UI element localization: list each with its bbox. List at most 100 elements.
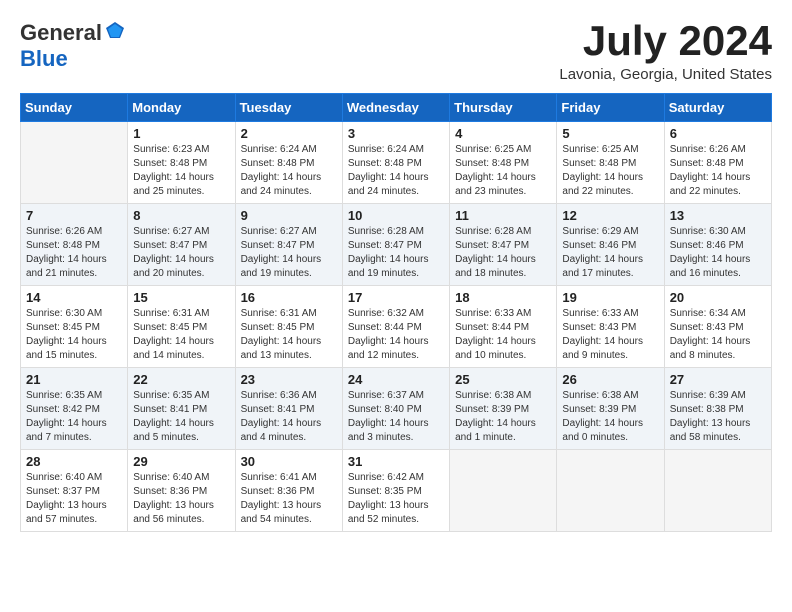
day-info: Sunrise: 6:28 AM Sunset: 8:47 PM Dayligh…: [348, 225, 444, 281]
day-number: 9: [241, 208, 337, 223]
day-number: 18: [455, 290, 551, 305]
calendar-cell: 27Sunrise: 6:39 AM Sunset: 8:38 PM Dayli…: [664, 368, 771, 450]
day-info: Sunrise: 6:42 AM Sunset: 8:35 PM Dayligh…: [348, 471, 444, 527]
calendar-table: SundayMondayTuesdayWednesdayThursdayFrid…: [20, 93, 772, 532]
logo-blue-text: Blue: [20, 46, 68, 71]
day-number: 14: [26, 290, 122, 305]
day-number: 7: [26, 208, 122, 223]
column-header-tuesday: Tuesday: [235, 94, 342, 122]
title-block: July 2024 Lavonia, Georgia, United State…: [559, 20, 772, 83]
day-info: Sunrise: 6:35 AM Sunset: 8:42 PM Dayligh…: [26, 389, 122, 445]
day-info: Sunrise: 6:31 AM Sunset: 8:45 PM Dayligh…: [241, 307, 337, 363]
calendar-cell: 22Sunrise: 6:35 AM Sunset: 8:41 PM Dayli…: [128, 368, 235, 450]
calendar-cell: 1 Sunrise: 6:23 AM Sunset: 8:48 PM Daylig…: [128, 122, 235, 204]
calendar-cell: 18 Sunrise: 6:33 AM Sunset: 8:44 PM Dayli…: [450, 286, 557, 368]
column-header-wednesday: Wednesday: [342, 94, 449, 122]
day-info: Sunrise: 6:39 AM Sunset: 8:38 PM Dayligh…: [670, 389, 766, 445]
day-info: Sunrise: 6:26 AM Sunset: 8:48 PM Dayligh…: [670, 143, 766, 199]
day-number: 24: [348, 372, 444, 387]
column-header-monday: Monday: [128, 94, 235, 122]
day-number: 30: [241, 454, 337, 469]
calendar-cell: 29 Sunrise: 6:40 AM Sunset: 8:36 PM Dayli…: [128, 450, 235, 532]
day-info: Sunrise: 6:30 AM Sunset: 8:46 PM Dayligh…: [670, 225, 766, 281]
day-info: Sunrise: 6:31 AM Sunset: 8:45 PM Dayligh…: [133, 307, 229, 363]
day-number: 12: [562, 208, 658, 223]
day-info: Sunrise: 6:30 AM Sunset: 8:45 PM Dayligh…: [26, 307, 122, 363]
calendar-cell: 8 Sunrise: 6:27 AM Sunset: 8:47 PM Daylig…: [128, 204, 235, 286]
column-header-sunday: Sunday: [21, 94, 128, 122]
day-info: Sunrise: 6:40 AM Sunset: 8:36 PM Dayligh…: [133, 471, 229, 527]
day-number: 23: [241, 372, 337, 387]
calendar-cell: 28 Sunrise: 6:40 AM Sunset: 8:37 PM Dayli…: [21, 450, 128, 532]
calendar-week-1: 1 Sunrise: 6:23 AM Sunset: 8:48 PM Daylig…: [21, 122, 772, 204]
day-info: Sunrise: 6:27 AM Sunset: 8:47 PM Dayligh…: [241, 225, 337, 281]
calendar-cell: 11 Sunrise: 6:28 AM Sunset: 8:47 PM Dayli…: [450, 204, 557, 286]
calendar-cell: [557, 450, 664, 532]
calendar-cell: 15 Sunrise: 6:31 AM Sunset: 8:45 PM Dayli…: [128, 286, 235, 368]
day-number: 3: [348, 126, 444, 141]
day-info: Sunrise: 6:32 AM Sunset: 8:44 PM Dayligh…: [348, 307, 444, 363]
location-label: Lavonia, Georgia, United States: [559, 66, 772, 83]
calendar-cell: 20 Sunrise: 6:34 AM Sunset: 8:43 PM Dayli…: [664, 286, 771, 368]
calendar-week-2: 7 Sunrise: 6:26 AM Sunset: 8:48 PM Daylig…: [21, 204, 772, 286]
calendar-cell: 4Sunrise: 6:25 AM Sunset: 8:48 PM Daylig…: [450, 122, 557, 204]
day-number: 2: [241, 126, 337, 141]
day-info: Sunrise: 6:27 AM Sunset: 8:47 PM Dayligh…: [133, 225, 229, 281]
calendar-cell: 14 Sunrise: 6:30 AM Sunset: 8:45 PM Dayli…: [21, 286, 128, 368]
day-info: Sunrise: 6:33 AM Sunset: 8:44 PM Dayligh…: [455, 307, 551, 363]
day-number: 8: [133, 208, 229, 223]
day-info: Sunrise: 6:26 AM Sunset: 8:48 PM Dayligh…: [26, 225, 122, 281]
day-info: Sunrise: 6:33 AM Sunset: 8:43 PM Dayligh…: [562, 307, 658, 363]
day-number: 11: [455, 208, 551, 223]
day-info: Sunrise: 6:40 AM Sunset: 8:37 PM Dayligh…: [26, 471, 122, 527]
logo: General Blue: [20, 20, 126, 72]
calendar-cell: 25 Sunrise: 6:38 AM Sunset: 8:39 PM Dayli…: [450, 368, 557, 450]
calendar-cell: 23 Sunrise: 6:36 AM Sunset: 8:41 PM Dayli…: [235, 368, 342, 450]
day-info: Sunrise: 6:29 AM Sunset: 8:46 PM Dayligh…: [562, 225, 658, 281]
day-number: 15: [133, 290, 229, 305]
day-info: Sunrise: 6:28 AM Sunset: 8:47 PM Dayligh…: [455, 225, 551, 281]
day-info: Sunrise: 6:24 AM Sunset: 8:48 PM Dayligh…: [241, 143, 337, 199]
calendar-cell: [450, 450, 557, 532]
calendar-cell: 21 Sunrise: 6:35 AM Sunset: 8:42 PM Dayli…: [21, 368, 128, 450]
day-number: 4: [455, 126, 551, 141]
month-year-title: July 2024: [559, 20, 772, 62]
day-info: Sunrise: 6:25 AM Sunset: 8:48 PM Dayligh…: [562, 143, 658, 199]
calendar-cell: 17 Sunrise: 6:32 AM Sunset: 8:44 PM Dayli…: [342, 286, 449, 368]
day-info: Sunrise: 6:38 AM Sunset: 8:39 PM Dayligh…: [562, 389, 658, 445]
day-number: 13: [670, 208, 766, 223]
day-number: 1: [133, 126, 229, 141]
calendar-cell: 12 Sunrise: 6:29 AM Sunset: 8:46 PM Dayli…: [557, 204, 664, 286]
calendar-cell: 24Sunrise: 6:37 AM Sunset: 8:40 PM Dayli…: [342, 368, 449, 450]
column-header-saturday: Saturday: [664, 94, 771, 122]
calendar-cell: [21, 122, 128, 204]
calendar-cell: 2 Sunrise: 6:24 AM Sunset: 8:48 PM Daylig…: [235, 122, 342, 204]
calendar-week-4: 21 Sunrise: 6:35 AM Sunset: 8:42 PM Dayli…: [21, 368, 772, 450]
calendar-cell: 7 Sunrise: 6:26 AM Sunset: 8:48 PM Daylig…: [21, 204, 128, 286]
column-header-thursday: Thursday: [450, 94, 557, 122]
column-header-friday: Friday: [557, 94, 664, 122]
day-number: 29: [133, 454, 229, 469]
day-number: 5: [562, 126, 658, 141]
calendar-week-5: 28 Sunrise: 6:40 AM Sunset: 8:37 PM Dayli…: [21, 450, 772, 532]
page-header: General Blue July 2024 Lavonia, Georgia,…: [20, 20, 772, 83]
day-info: Sunrise: 6:23 AM Sunset: 8:48 PM Dayligh…: [133, 143, 229, 199]
day-number: 17: [348, 290, 444, 305]
calendar-cell: 30Sunrise: 6:41 AM Sunset: 8:36 PM Dayli…: [235, 450, 342, 532]
calendar-cell: 31Sunrise: 6:42 AM Sunset: 8:35 PM Dayli…: [342, 450, 449, 532]
day-info: Sunrise: 6:38 AM Sunset: 8:39 PM Dayligh…: [455, 389, 551, 445]
day-info: Sunrise: 6:36 AM Sunset: 8:41 PM Dayligh…: [241, 389, 337, 445]
day-number: 21: [26, 372, 122, 387]
calendar-cell: [664, 450, 771, 532]
day-number: 20: [670, 290, 766, 305]
calendar-body: 1 Sunrise: 6:23 AM Sunset: 8:48 PM Daylig…: [21, 122, 772, 532]
day-number: 25: [455, 372, 551, 387]
day-info: Sunrise: 6:24 AM Sunset: 8:48 PM Dayligh…: [348, 143, 444, 199]
day-number: 28: [26, 454, 122, 469]
calendar-cell: 5 Sunrise: 6:25 AM Sunset: 8:48 PM Daylig…: [557, 122, 664, 204]
day-info: Sunrise: 6:34 AM Sunset: 8:43 PM Dayligh…: [670, 307, 766, 363]
day-number: 19: [562, 290, 658, 305]
calendar-cell: 26Sunrise: 6:38 AM Sunset: 8:39 PM Dayli…: [557, 368, 664, 450]
calendar-cell: 10Sunrise: 6:28 AM Sunset: 8:47 PM Dayli…: [342, 204, 449, 286]
day-number: 22: [133, 372, 229, 387]
